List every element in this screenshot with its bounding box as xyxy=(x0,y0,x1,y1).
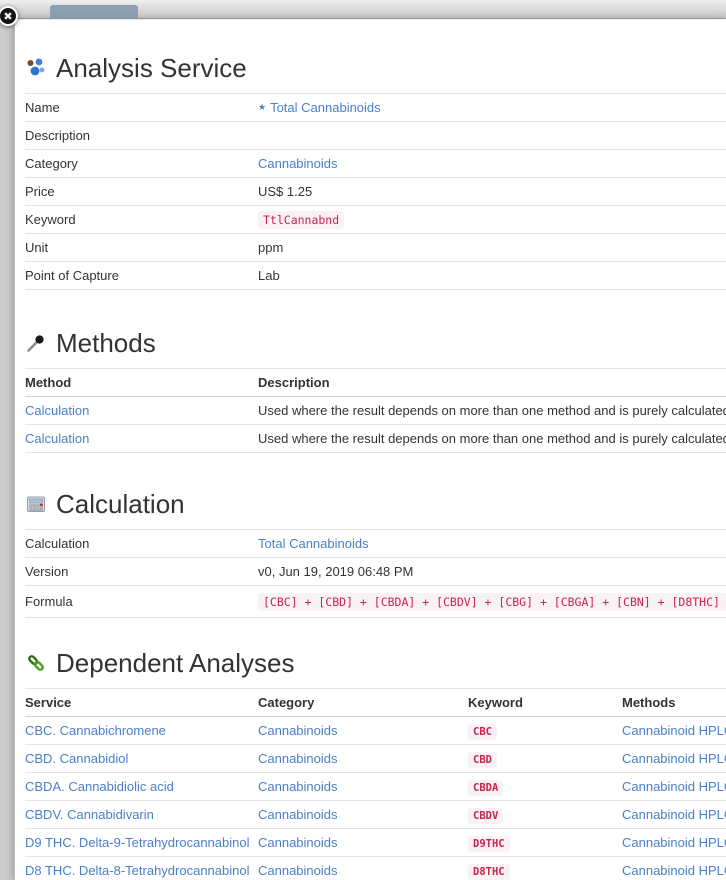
service-link[interactable]: CBDA. Cannabidiolic acid xyxy=(25,779,174,794)
table-row: Keyword TtlCannabnd xyxy=(25,206,726,234)
close-icon: ✖ xyxy=(3,11,12,23)
table-row: Version v0, Jun 19, 2019 06:48 PM xyxy=(25,558,726,586)
section-heading-calculation: Calculation xyxy=(25,489,726,519)
category-link[interactable]: Cannabinoids xyxy=(258,156,338,171)
table-row: Description xyxy=(25,122,726,150)
field-label: Keyword xyxy=(25,206,258,234)
table-row: Unit ppm xyxy=(25,234,726,262)
methods-link[interactable]: Cannabinoid HPLC; xyxy=(622,723,726,738)
keyword-chip: D9THC xyxy=(468,836,510,852)
category-link[interactable]: Cannabinoids xyxy=(258,863,338,878)
analysis-service-modal: Analysis Service Name ★ Total Cannabinoid… xyxy=(14,20,726,880)
keyword-chip: CBDV xyxy=(468,808,503,824)
calculation-table: Calculation Total Cannabinoids Version v… xyxy=(25,529,726,618)
table-row: Calculation Used where the result depend… xyxy=(25,397,726,425)
table-row: CBDA. Cannabidiolic acid Cannabinoids CB… xyxy=(25,773,726,801)
section-heading-methods: Methods xyxy=(25,328,726,358)
service-link[interactable]: CBC. Cannabichromene xyxy=(25,723,166,738)
required-star-icon: ★ xyxy=(258,102,266,112)
table-row: Name ★ Total Cannabinoids xyxy=(25,94,726,122)
service-name-link[interactable]: Total Cannabinoids xyxy=(270,100,381,115)
service-details-table: Name ★ Total Cannabinoids Description Cat… xyxy=(25,93,726,290)
service-link[interactable]: CBDV. Cannabidivarin xyxy=(25,807,154,822)
column-header: Methods xyxy=(622,689,726,717)
section-heading-analysis-service: Analysis Service xyxy=(25,53,726,83)
table-header-row: Service Category Keyword Methods xyxy=(25,689,726,717)
section-title: Calculation xyxy=(56,489,185,519)
table-row: Point of Capture Lab xyxy=(25,262,726,290)
methods-link[interactable]: Cannabinoid HPLC xyxy=(622,751,726,766)
column-header: Keyword xyxy=(468,689,622,717)
category-link[interactable]: Cannabinoids xyxy=(258,751,338,766)
keyword-chip: CBD xyxy=(468,752,497,768)
analysis-service-icon xyxy=(25,57,47,79)
field-label: Category xyxy=(25,150,258,178)
column-header: Category xyxy=(258,689,468,717)
method-description: Used where the result depends on more th… xyxy=(258,397,726,425)
column-header: Service xyxy=(25,689,258,717)
point-of-capture-value: Lab xyxy=(258,262,726,290)
section-title: Methods xyxy=(56,328,156,358)
calculation-link[interactable]: Total Cannabinoids xyxy=(258,536,369,551)
methods-table: Method Description Calculation Used wher… xyxy=(25,368,726,453)
service-link[interactable]: D9 THC. Delta-9-Tetrahydrocannabinol xyxy=(25,835,249,850)
category-link[interactable]: Cannabinoids xyxy=(258,779,338,794)
service-link[interactable]: D8 THC. Delta-8-Tetrahydrocannabinol xyxy=(25,863,249,878)
field-label: Unit xyxy=(25,234,258,262)
field-value xyxy=(258,122,726,150)
section-title: Dependent Analyses xyxy=(56,648,295,678)
field-label: Calculation xyxy=(25,530,258,558)
field-label: Formula xyxy=(25,586,258,618)
category-link[interactable]: Cannabinoids xyxy=(258,807,338,822)
page-backdrop xyxy=(0,20,14,880)
field-label: Description xyxy=(25,122,258,150)
table-row: Calculation Used where the result depend… xyxy=(25,425,726,453)
table-row: Category Cannabinoids xyxy=(25,150,726,178)
price-value: US$ 1.25 xyxy=(258,178,726,206)
field-label: Price xyxy=(25,178,258,206)
chain-link-icon xyxy=(25,652,47,674)
field-label: Name xyxy=(25,94,258,122)
methods-link[interactable]: Cannabinoid HPLC xyxy=(622,863,726,878)
section-title: Analysis Service xyxy=(56,53,247,83)
column-header: Description xyxy=(258,369,726,397)
methods-link[interactable]: Cannabinoid HPLC xyxy=(622,779,726,794)
table-row: D9 THC. Delta-9-Tetrahydrocannabinol Can… xyxy=(25,829,726,857)
keyword-chip: D8THC xyxy=(468,864,510,880)
unit-value: ppm xyxy=(258,234,726,262)
category-link[interactable]: Cannabinoids xyxy=(258,723,338,738)
dependent-analyses-table: Service Category Keyword Methods CBC. Ca… xyxy=(25,688,726,880)
keyword-chip: TtlCannabnd xyxy=(258,211,344,229)
table-row: CBC. Cannabichromene Cannabinoids CBC Ca… xyxy=(25,717,726,745)
eyedropper-icon xyxy=(25,332,47,354)
version-value: v0, Jun 19, 2019 06:48 PM xyxy=(258,558,726,586)
table-row: D8 THC. Delta-8-Tetrahydrocannabinol Can… xyxy=(25,857,726,880)
section-heading-dependent-analyses: Dependent Analyses xyxy=(25,648,726,678)
table-row: Price US$ 1.25 xyxy=(25,178,726,206)
service-link[interactable]: CBD. Cannabidiol xyxy=(25,751,128,766)
calculator-icon xyxy=(25,493,47,515)
keyword-chip: CBDA xyxy=(468,780,503,796)
category-link[interactable]: Cannabinoids xyxy=(258,835,338,850)
formula-code: [CBC] + [CBD] + [CBDA] + [CBDV] + [CBG] … xyxy=(258,593,726,611)
method-link[interactable]: Calculation xyxy=(25,431,89,446)
methods-link[interactable]: Cannabinoid HPLC xyxy=(622,807,726,822)
method-link[interactable]: Calculation xyxy=(25,403,89,418)
table-row: Formula [CBC] + [CBD] + [CBDA] + [CBDV] … xyxy=(25,586,726,618)
table-header-row: Method Description xyxy=(25,369,726,397)
methods-link[interactable]: Cannabinoid HPLC xyxy=(622,835,726,850)
table-row: CBD. Cannabidiol Cannabinoids CBD Cannab… xyxy=(25,745,726,773)
background-tab[interactable] xyxy=(50,5,138,19)
field-label: Version xyxy=(25,558,258,586)
table-row: Calculation Total Cannabinoids xyxy=(25,530,726,558)
method-description: Used where the result depends on more th… xyxy=(258,425,726,453)
keyword-chip: CBC xyxy=(468,724,497,740)
table-row: CBDV. Cannabidivarin Cannabinoids CBDV C… xyxy=(25,801,726,829)
column-header: Method xyxy=(25,369,258,397)
field-label: Point of Capture xyxy=(25,262,258,290)
